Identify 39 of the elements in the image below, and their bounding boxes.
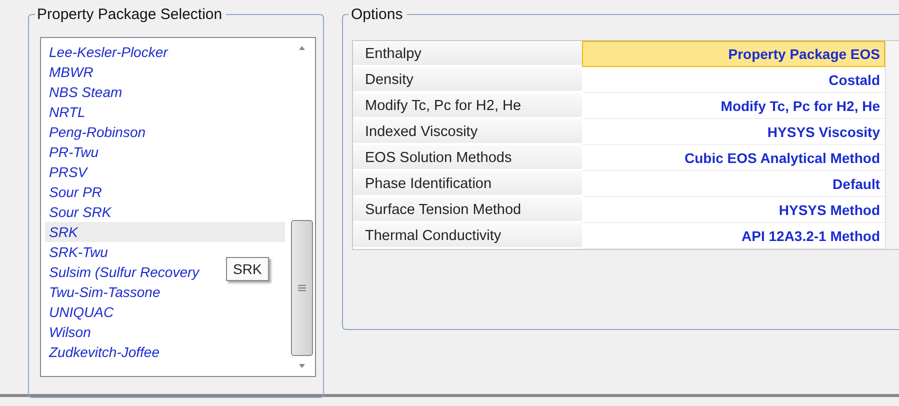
scroll-thumb[interactable] [291,220,313,356]
option-label: Modify Tc, Pc for H2, He [353,93,582,119]
tooltip: SRK [226,257,269,281]
list-item[interactable]: Zudkevitch-Joffee [45,342,164,362]
option-value[interactable]: Cubic EOS Analytical Method [582,145,885,171]
option-value[interactable]: HYSYS Viscosity [582,119,885,145]
option-value[interactable]: Modify Tc, Pc for H2, He [582,93,885,119]
list-item[interactable]: SRK-Twu [45,242,112,262]
scroll-up-icon[interactable] [297,44,307,52]
list-item[interactable]: Sulsim (Sulfur Recovery [45,262,204,282]
option-label: Indexed Viscosity [353,119,582,145]
option-label: Surface Tension Method [353,197,582,223]
list-item[interactable]: Sour PR [45,182,106,202]
option-value[interactable]: Default [582,171,885,197]
option-label: Thermal Conductivity [353,223,582,249]
option-label: Enthalpy [353,41,582,67]
option-label: EOS Solution Methods [353,145,582,171]
option-label: Phase Identification [353,171,582,197]
group-title: Options [349,6,407,23]
list-item[interactable]: PR-Twu [45,142,103,162]
list-item[interactable]: PRSV [45,162,92,182]
list-item[interactable]: NRTL [45,102,90,122]
option-value[interactable]: HYSYS Method [582,197,885,223]
list-item[interactable]: MBWR [45,62,98,82]
list-item[interactable]: UNIQUAC [45,302,118,322]
scroll-down-icon[interactable] [297,362,307,370]
list-item[interactable]: Wilson [45,322,95,342]
group-title: Property Package Selection [35,6,226,23]
list-item[interactable]: Lee-Kesler-Plocker [45,42,172,62]
list-item[interactable]: Peng-Robinson [45,122,150,142]
option-value[interactable]: Costald [582,67,885,93]
list-item[interactable]: NBS Steam [45,82,126,102]
list-item[interactable]: Twu-Sim-Tassone [45,282,164,302]
option-value[interactable]: API 12A3.2-1 Method [582,223,885,249]
list-item[interactable]: Sour SRK [45,202,116,222]
list-item[interactable]: SRK [45,222,285,242]
option-value[interactable]: Property Package EOS [582,41,885,67]
grip-icon [298,285,306,291]
option-label: Density [353,67,582,93]
